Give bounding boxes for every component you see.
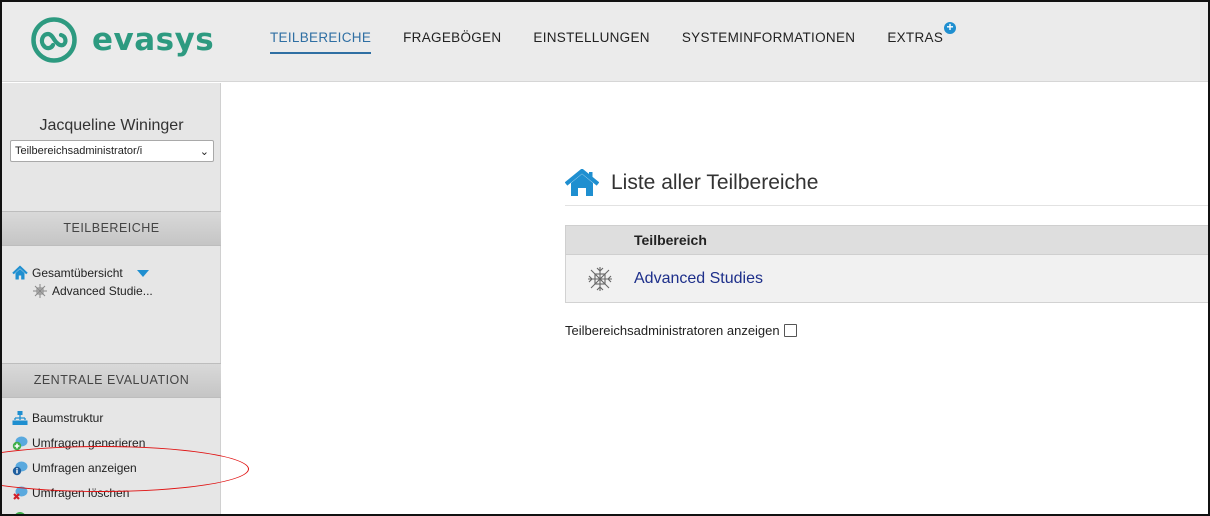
table-row[interactable]: Advanced Studies (565, 255, 1208, 303)
sitemap-icon (12, 411, 28, 425)
role-select-value: Teilbereichsadministrator/i (15, 145, 143, 157)
snowflake-icon (588, 266, 612, 291)
admin-toggle-label: Teilbereichsadministratoren anzeigen (565, 323, 780, 338)
page-title: Liste aller Teilbereiche (565, 169, 818, 197)
sidebar-item-advanced-studies[interactable]: Advanced Studie... (32, 283, 153, 299)
section-header-zentrale-evaluation: ZENTRALE EVALUATION (2, 363, 221, 398)
snowflake-icon (33, 284, 47, 298)
nav-tab-frageboegen[interactable]: FRAGEBÖGEN (403, 30, 501, 54)
section-header-teilbereiche: TEILBEREICHE (2, 211, 221, 246)
app-window: evasys TEILBEREICHE FRAGEBÖGEN EINSTELLU… (0, 0, 1210, 516)
page-title-text: Liste aller Teilbereiche (611, 171, 819, 194)
green-dot-icon (15, 512, 25, 514)
expand-triangle-icon[interactable] (136, 269, 149, 277)
nav-tab-systeminformationen[interactable]: SYSTEMINFORMATIONEN (682, 30, 855, 54)
brand-logo[interactable]: evasys (30, 16, 214, 64)
evasys-logo-icon (31, 17, 77, 63)
admin-toggle: Teilbereichsadministratoren anzeigen (565, 323, 797, 338)
teilbereiche-table: Teilbereich Advanced Studies (565, 225, 1208, 303)
admin-toggle-checkbox[interactable] (783, 324, 797, 337)
sidebar-item-label: Baumstruktur (32, 411, 104, 425)
sidebar-item-baumstruktur[interactable]: Baumstruktur (12, 410, 103, 426)
nav-tab-extras[interactable]: EXTRAS + (887, 21, 957, 54)
brand-name: evasys (92, 22, 215, 58)
sidebar-item-cut-off[interactable] (12, 510, 32, 514)
home-icon (565, 169, 599, 196)
teilbereich-link-advanced-studies[interactable]: Advanced Studies (634, 270, 763, 288)
title-divider (565, 205, 1208, 206)
top-header: evasys TEILBEREICHE FRAGEBÖGEN EINSTELLU… (2, 2, 1208, 82)
sidebar-item-label: Gesamtübersicht (32, 266, 123, 280)
sidebar-item-gesamtuebersicht[interactable]: Gesamtübersicht (12, 265, 149, 281)
main-nav: TEILBEREICHE FRAGEBÖGEN EINSTELLUNGEN SY… (270, 21, 975, 54)
user-name: Jacqueline Wininger (39, 117, 184, 134)
nav-tab-extras-label: EXTRAS (887, 30, 944, 45)
sidebar-item-label: Advanced Studie... (52, 284, 153, 298)
chevron-down-icon: ⌄ (199, 146, 209, 158)
home-icon (12, 265, 28, 280)
plus-circle-icon: + (944, 21, 957, 34)
table-header-teilbereich: Teilbereich (565, 225, 1208, 255)
role-select[interactable]: Teilbereichsadministrator/i ⌄ (10, 140, 214, 162)
row-icon-cell (566, 265, 634, 293)
nav-tab-einstellungen[interactable]: EINSTELLUNGEN (533, 30, 649, 54)
nav-tab-teilbereiche[interactable]: TEILBEREICHE (270, 30, 372, 54)
